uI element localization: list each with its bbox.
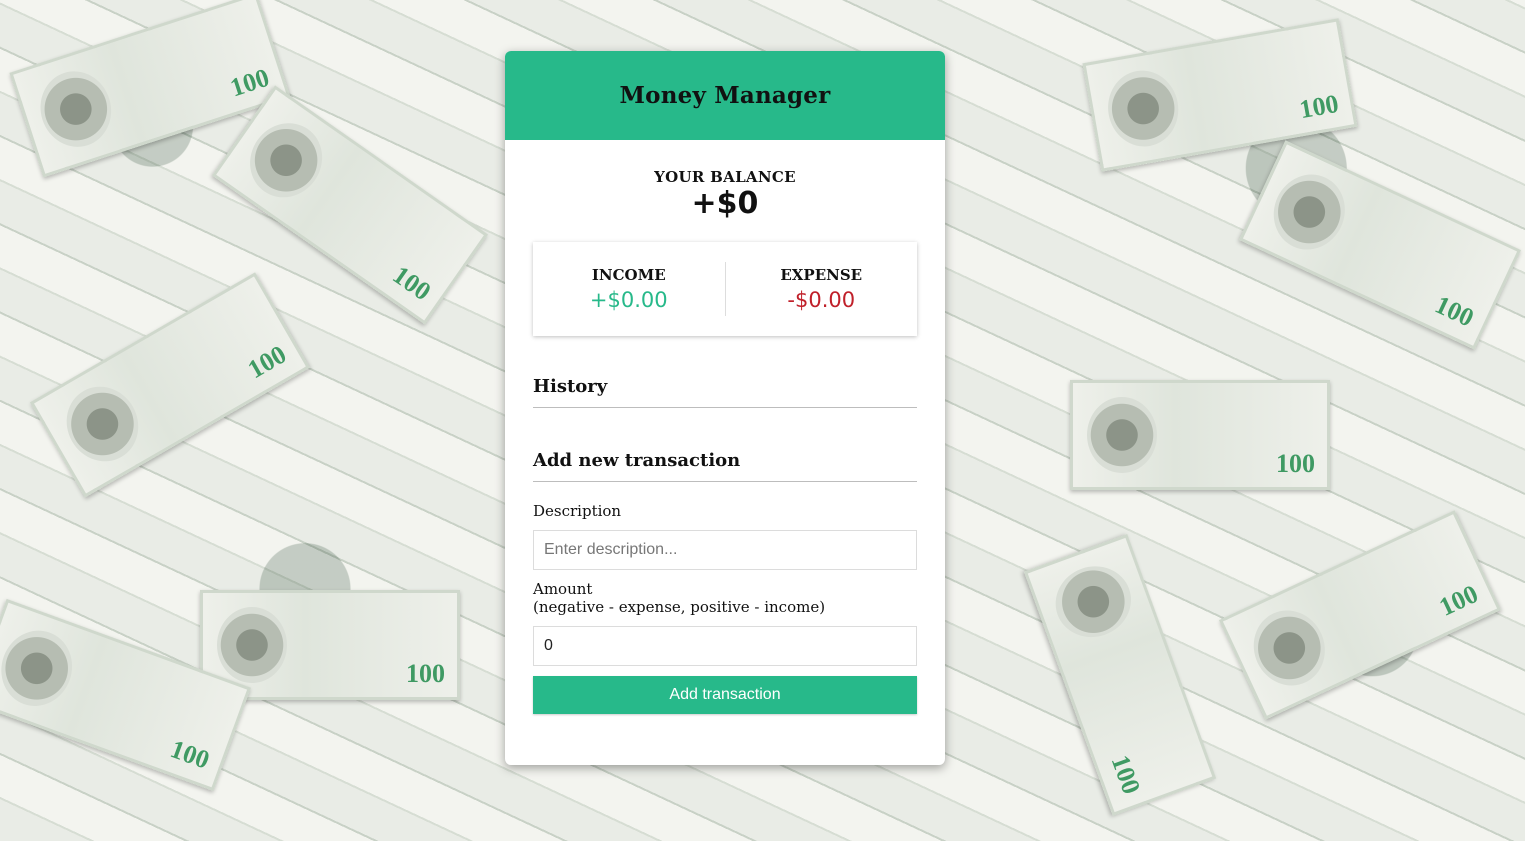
description-input[interactable] — [533, 530, 917, 570]
amount-input[interactable] — [533, 626, 917, 666]
history-title: History — [533, 376, 917, 408]
amount-hint: (negative - expense, positive - income) — [533, 598, 826, 616]
app-header: Money Manager — [505, 51, 945, 140]
background-bill — [1218, 510, 1502, 720]
income-label: INCOME — [591, 266, 666, 284]
background-bill — [1238, 140, 1522, 350]
expense-label: EXPENSE — [780, 266, 863, 284]
background-bill — [1082, 18, 1358, 172]
description-label: Description — [533, 502, 622, 520]
income-column: INCOME +$0.00 — [533, 266, 725, 312]
balance-label: YOUR BALANCE — [654, 168, 796, 186]
amount-label-text: Amount — [533, 580, 593, 598]
background-bill — [1070, 380, 1330, 490]
income-value: +$0.00 — [589, 288, 668, 312]
add-transaction-button[interactable]: Add transaction — [533, 676, 917, 714]
income-expense-panel: INCOME +$0.00 EXPENSE -$0.00 — [533, 242, 917, 336]
expense-column: EXPENSE -$0.00 — [726, 266, 918, 312]
add-transaction-title: Add new transaction — [533, 450, 917, 482]
card-content: YOUR BALANCE +$0 INCOME +$0.00 EXPENSE -… — [505, 168, 945, 714]
app-title: Money Manager — [619, 82, 831, 109]
amount-label: Amount (negative - expense, positive - i… — [533, 580, 917, 616]
add-transaction-form: Description Amount (negative - expense, … — [533, 502, 917, 714]
balance-value: +$0 — [691, 186, 759, 221]
money-manager-card: Money Manager YOUR BALANCE +$0 INCOME +$… — [505, 51, 945, 765]
expense-value: -$0.00 — [787, 288, 856, 312]
background-bill — [1023, 534, 1217, 816]
background-bill — [29, 272, 311, 498]
